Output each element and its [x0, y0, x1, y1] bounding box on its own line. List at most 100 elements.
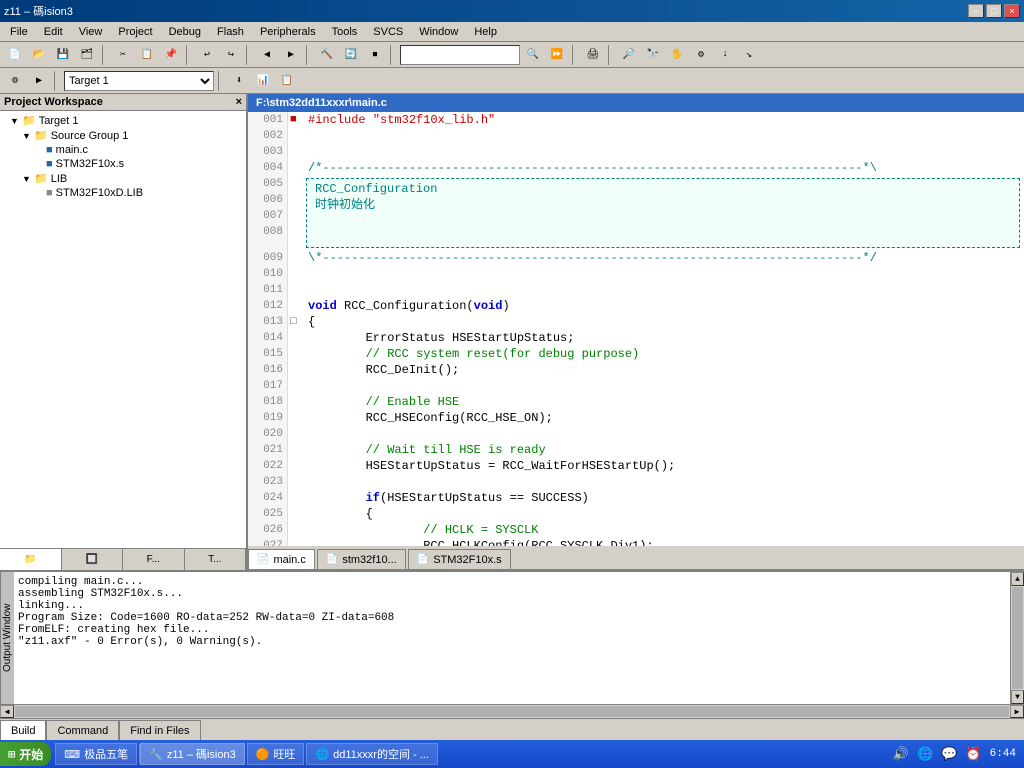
- settings-button[interactable]: 📊: [252, 70, 274, 92]
- line-indicator-016: [288, 362, 302, 378]
- line-code-024: if(HSEStartUpStatus == SUCCESS): [302, 490, 589, 506]
- scrollbar-right-btn[interactable]: ▶: [1010, 705, 1024, 718]
- bottom-main: Output Window compiling main.c... assemb…: [0, 572, 1024, 704]
- scrollbar-up-btn[interactable]: ▲: [1011, 572, 1024, 586]
- line-num-026: 026: [248, 522, 288, 538]
- find-next-button[interactable]: ⏩: [546, 44, 568, 66]
- keil-icon: 🔧: [149, 748, 163, 761]
- zoom-out-button[interactable]: 🔭: [642, 44, 664, 66]
- left-tab-files[interactable]: 📁: [0, 549, 62, 570]
- taskbar-wangwang[interactable]: 🟠 旺旺: [247, 743, 305, 765]
- line-num-021: 021: [248, 442, 288, 458]
- tree-item-libfile[interactable]: ■ STM32F10xD.LIB: [2, 186, 244, 200]
- taskbar-browser[interactable]: 🌐 dd11xxxr的空间 - ...: [306, 743, 437, 765]
- taskbar-keil[interactable]: 🔧 z11 – 碼ision3: [140, 743, 245, 765]
- step2-button[interactable]: ↘: [738, 44, 760, 66]
- code-editor[interactable]: 001 ■ #include "stm32f10x_lib.h" 002 003: [248, 112, 1024, 546]
- build-button[interactable]: 🔨: [316, 44, 338, 66]
- bottom-tab-command[interactable]: Command: [46, 720, 119, 740]
- nav-fwd-button[interactable]: ▶: [280, 44, 302, 66]
- zoom-in-button[interactable]: 🔎: [618, 44, 640, 66]
- line-indicator-022: [288, 458, 302, 474]
- layout-wrapper: Project Workspace × ▼ 📁 Target 1 ▼ 📁 Sou…: [0, 94, 1024, 740]
- left-tab-functions[interactable]: F...: [123, 549, 185, 570]
- target-options-button[interactable]: ⚙: [4, 70, 26, 92]
- project-workspace-close[interactable]: ×: [236, 96, 242, 108]
- bottom-tab-build[interactable]: Build: [0, 720, 46, 740]
- systray-network[interactable]: 🌐: [917, 747, 933, 762]
- separator-5: [390, 45, 396, 65]
- menu-peripherals[interactable]: Peripherals: [254, 24, 322, 40]
- scrollbar-down-btn[interactable]: ▼: [1011, 690, 1024, 704]
- menu-svcs[interactable]: SVCS: [367, 24, 409, 40]
- find-button[interactable]: 🔍: [522, 44, 544, 66]
- left-panel-tabs: 📁 🔲 F... T...: [0, 548, 246, 570]
- extra-button[interactable]: 📋: [276, 70, 298, 92]
- menu-help[interactable]: Help: [468, 24, 503, 40]
- step-button[interactable]: ↓: [714, 44, 736, 66]
- left-panel: Project Workspace × ▼ 📁 Target 1 ▼ 📁 Sou…: [0, 94, 248, 570]
- tab-mainc[interactable]: 📄 main.c: [248, 549, 315, 569]
- tab-mainc-label: main.c: [273, 554, 305, 566]
- menu-edit[interactable]: Edit: [38, 24, 69, 40]
- line-num-023: 023: [248, 474, 288, 490]
- tree-item-lib[interactable]: ▼ 📁 LIB: [2, 171, 244, 186]
- load-button[interactable]: ⬇: [228, 70, 250, 92]
- left-tab-regs[interactable]: 🔲: [62, 549, 124, 570]
- menu-flash[interactable]: Flash: [211, 24, 250, 40]
- copy-button[interactable]: 📋: [136, 44, 158, 66]
- systray-volume[interactable]: 🔊: [893, 747, 909, 762]
- tree-item-mainc[interactable]: ■ main.c: [2, 143, 244, 157]
- rebuild-button[interactable]: 🔄: [340, 44, 362, 66]
- tree-lib-label: LIB: [51, 173, 68, 185]
- tab-stm32f10[interactable]: 📄 stm32f10...: [317, 549, 406, 569]
- menu-project[interactable]: Project: [112, 24, 158, 40]
- debug-mode-button[interactable]: ⚙: [690, 44, 712, 66]
- line-code-016: RCC_DeInit();: [302, 362, 459, 378]
- output-line-4: Program Size: Code=1600 RO-data=252 RW-d…: [18, 612, 1006, 624]
- line-num-014: 014: [248, 330, 288, 346]
- systray-chat[interactable]: 💬: [941, 747, 957, 762]
- target-folder-icon: 📁: [22, 114, 36, 127]
- new-button[interactable]: 📄: [4, 44, 26, 66]
- maximize-button[interactable]: □: [986, 4, 1002, 18]
- run-button[interactable]: ▶: [28, 70, 50, 92]
- tree-item-target[interactable]: ▼ 📁 Target 1: [2, 113, 244, 128]
- paste-button[interactable]: 📌: [160, 44, 182, 66]
- start-button[interactable]: ⊞ 开始: [0, 742, 51, 766]
- tab-stm32f10-icon: 📄: [326, 554, 338, 565]
- bottom-tab-find[interactable]: Find in Files: [119, 720, 200, 740]
- undo-button[interactable]: ↩: [196, 44, 218, 66]
- output-scrollbar-v[interactable]: ▲ ▼: [1010, 572, 1024, 704]
- save-all-button[interactable]: 🗂: [76, 44, 98, 66]
- redo-button[interactable]: ↪: [220, 44, 242, 66]
- target-select[interactable]: Target 1: [64, 71, 214, 91]
- menu-window[interactable]: Window: [413, 24, 464, 40]
- bottom-tab-find-label: Find in Files: [130, 725, 189, 737]
- menu-file[interactable]: File: [4, 24, 34, 40]
- scrollbar-left-btn[interactable]: ◀: [0, 705, 14, 718]
- tab-stm32f10xs[interactable]: 📄 STM32F10x.s: [408, 549, 511, 569]
- cut-button[interactable]: ✂: [112, 44, 134, 66]
- code-line-004: 004 /*----------------------------------…: [248, 160, 1024, 176]
- stop-button[interactable]: ⏹: [364, 44, 386, 66]
- print-button[interactable]: 🖨: [582, 44, 604, 66]
- save-button[interactable]: 💾: [52, 44, 74, 66]
- left-tab-templates[interactable]: T...: [185, 549, 247, 570]
- minimize-button[interactable]: −: [968, 4, 984, 18]
- search-input[interactable]: [400, 45, 520, 65]
- menu-tools[interactable]: Tools: [326, 24, 364, 40]
- close-button[interactable]: ×: [1004, 4, 1020, 18]
- nav-back-button[interactable]: ◀: [256, 44, 278, 66]
- tree-item-stm32s[interactable]: ■ STM32F10x.s: [2, 157, 244, 171]
- separator-4: [306, 45, 312, 65]
- line-code-017: [302, 378, 308, 394]
- open-button[interactable]: 📂: [28, 44, 50, 66]
- taskbar-pinjin[interactable]: ⌨ 极品五笔: [55, 743, 137, 765]
- menu-debug[interactable]: Debug: [163, 24, 207, 40]
- menu-view[interactable]: View: [73, 24, 109, 40]
- pan-button[interactable]: ✋: [666, 44, 688, 66]
- code-line-011: 011: [248, 282, 1024, 298]
- tree-item-source-group[interactable]: ▼ 📁 Source Group 1: [2, 128, 244, 143]
- line-indicator-027: [288, 538, 302, 546]
